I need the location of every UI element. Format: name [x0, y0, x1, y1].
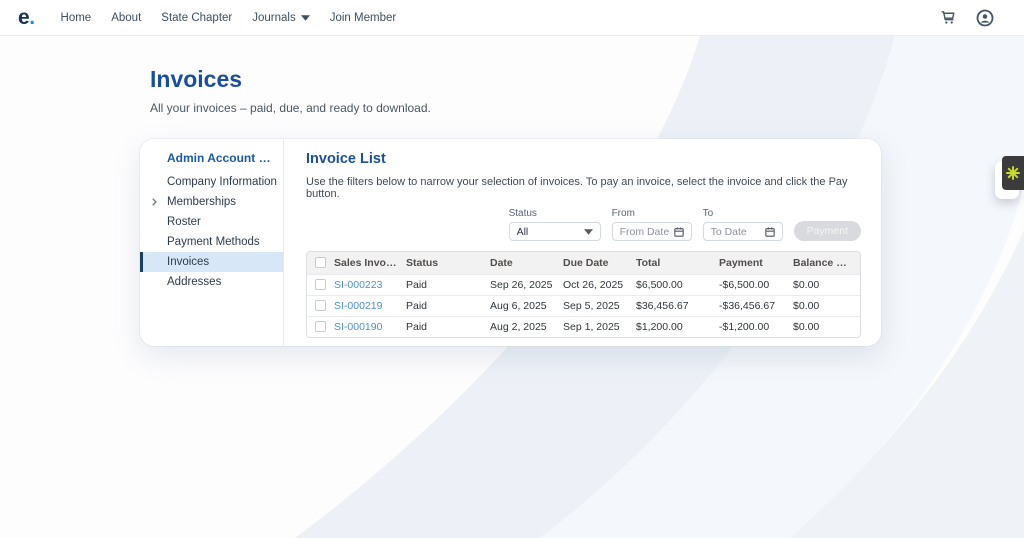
date-cell: Aug 2, 2025 [488, 315, 561, 337]
to-label: To [702, 208, 714, 219]
balance-due-cell: $0.00 [791, 294, 860, 316]
column-header-date: Date [488, 252, 561, 274]
calendar-icon [673, 226, 684, 237]
sidebar-item-company-information[interactable]: Company Information [140, 172, 283, 192]
row-checkbox[interactable] [315, 279, 326, 291]
sidebar-item-addresses[interactable]: Addresses [140, 272, 283, 292]
column-header-payment: Payment [717, 252, 791, 274]
accessibility-widget[interactable] [995, 156, 1024, 199]
row-checkbox[interactable] [315, 300, 326, 312]
page-subtitle: All your invoices – paid, due, and ready… [150, 101, 431, 115]
from-filter-group: From From Date [611, 208, 692, 241]
top-navigation: e. Home About State Chapter Journals Join Me… [0, 0, 1024, 36]
chevron-down-icon [583, 228, 593, 235]
date-cell: Sep 26, 2025 [488, 273, 561, 295]
chevron-down-icon [300, 15, 310, 21]
panel-title: Invoice List [306, 151, 386, 167]
nav-menu: Home About State Chapter Journals Join Membe… [61, 12, 397, 24]
table-row[interactable]: SI-000223 Paid Sep 26, 2025 Oct 26, 2025… [307, 273, 860, 295]
table-header-row: Sales Invoice N...StatusDateDue DateTota… [307, 252, 860, 274]
balance-due-cell: $0.00 [791, 315, 860, 337]
column-header-status: Status [404, 252, 488, 274]
to-filter-group: To To Date [702, 208, 783, 241]
calendar-icon [764, 226, 775, 237]
table-row[interactable]: SI-000190 Paid Aug 2, 2025 Sep 1, 2025 $… [307, 315, 860, 337]
payment-cell: -$36,456.67 [717, 294, 791, 316]
column-header-total: Total [634, 252, 717, 274]
nav-item-home[interactable]: Home [61, 12, 92, 24]
total-cell: $6,500.00 [634, 273, 717, 295]
sidebar-item-invoices[interactable]: Invoices [140, 252, 283, 272]
due-date-cell: Oct 26, 2025 [561, 273, 634, 295]
invoice-link[interactable]: SI-000219 [334, 300, 382, 312]
column-header-balance-due: Balance Due [791, 252, 860, 274]
nav-right [940, 9, 1008, 27]
logo[interactable]: e. [18, 7, 35, 28]
total-cell: $1,200.00 [634, 315, 717, 337]
invoice-table: Sales Invoice N...StatusDateDue DateTota… [307, 252, 860, 337]
select-all-checkbox[interactable] [315, 257, 326, 269]
asterisk-icon [1006, 166, 1020, 180]
payment-button[interactable]: Payment [793, 221, 861, 241]
select-all-header [307, 252, 332, 274]
total-cell: $36,456.67 [634, 294, 717, 316]
sidebar-title[interactable]: Admin Account Setti... [140, 146, 283, 172]
status-cell: Paid [404, 273, 488, 295]
from-date-input[interactable]: From Date [611, 222, 692, 241]
nav-item-join-member[interactable]: Join Member [330, 12, 396, 24]
due-date-cell: Sep 5, 2025 [561, 294, 634, 316]
date-cell: Aug 6, 2025 [488, 294, 561, 316]
sidebar-item-roster[interactable]: Roster [140, 212, 283, 232]
invoice-link[interactable]: SI-000223 [334, 279, 382, 291]
accessibility-widget-button[interactable] [1002, 156, 1024, 190]
sidebar-item-payment-methods[interactable]: Payment Methods [140, 232, 283, 252]
status-select-value: All [516, 225, 529, 238]
column-header-due-date: Due Date [561, 252, 634, 274]
from-date-placeholder: From Date [619, 225, 670, 238]
nav-item-about[interactable]: About [111, 12, 141, 24]
balance-due-cell: $0.00 [791, 273, 860, 295]
logo-dot: . [29, 6, 35, 29]
account-icon[interactable] [976, 9, 994, 27]
nav-item-state-chapter[interactable]: State Chapter [161, 12, 232, 24]
page-title: Invoices [150, 66, 243, 92]
to-date-placeholder: To Date [710, 225, 747, 238]
settings-sidebar: Admin Account Setti... Company Informati… [140, 139, 284, 346]
column-header-sales-invoice-n: Sales Invoice N... [332, 252, 404, 274]
invoices-card: Admin Account Setti... Company Informati… [140, 139, 881, 346]
payment-cell: -$1,200.00 [717, 315, 791, 337]
row-checkbox[interactable] [315, 321, 326, 333]
filter-bar: Status All From From Date To To Date Pay… [306, 208, 861, 241]
status-cell: Paid [404, 315, 488, 337]
payment-cell: -$6,500.00 [717, 273, 791, 295]
nav-item-journals[interactable]: Journals [252, 12, 310, 24]
invoice-table-container: Sales Invoice N...StatusDateDue DateTota… [306, 251, 861, 338]
status-cell: Paid [404, 294, 488, 316]
chevron-right-icon[interactable] [152, 198, 157, 206]
due-date-cell: Sep 1, 2025 [561, 315, 634, 337]
invoice-list-panel: Invoice List Use the filters below to na… [284, 139, 881, 346]
sidebar-item-memberships[interactable]: Memberships [140, 192, 283, 212]
status-select[interactable]: All [508, 222, 601, 241]
table-row[interactable]: SI-000219 Paid Aug 6, 2025 Sep 5, 2025 $… [307, 294, 860, 316]
cart-icon[interactable] [940, 9, 957, 26]
sidebar-items: Company Information Memberships Roster Paym… [140, 172, 283, 292]
from-label: From [611, 208, 635, 219]
panel-description: Use the filters below to narrow your sel… [306, 176, 848, 200]
invoice-link[interactable]: SI-000190 [334, 321, 382, 333]
status-label: Status [508, 208, 537, 219]
status-filter-group: Status All [508, 208, 601, 241]
to-date-input[interactable]: To Date [702, 222, 783, 241]
